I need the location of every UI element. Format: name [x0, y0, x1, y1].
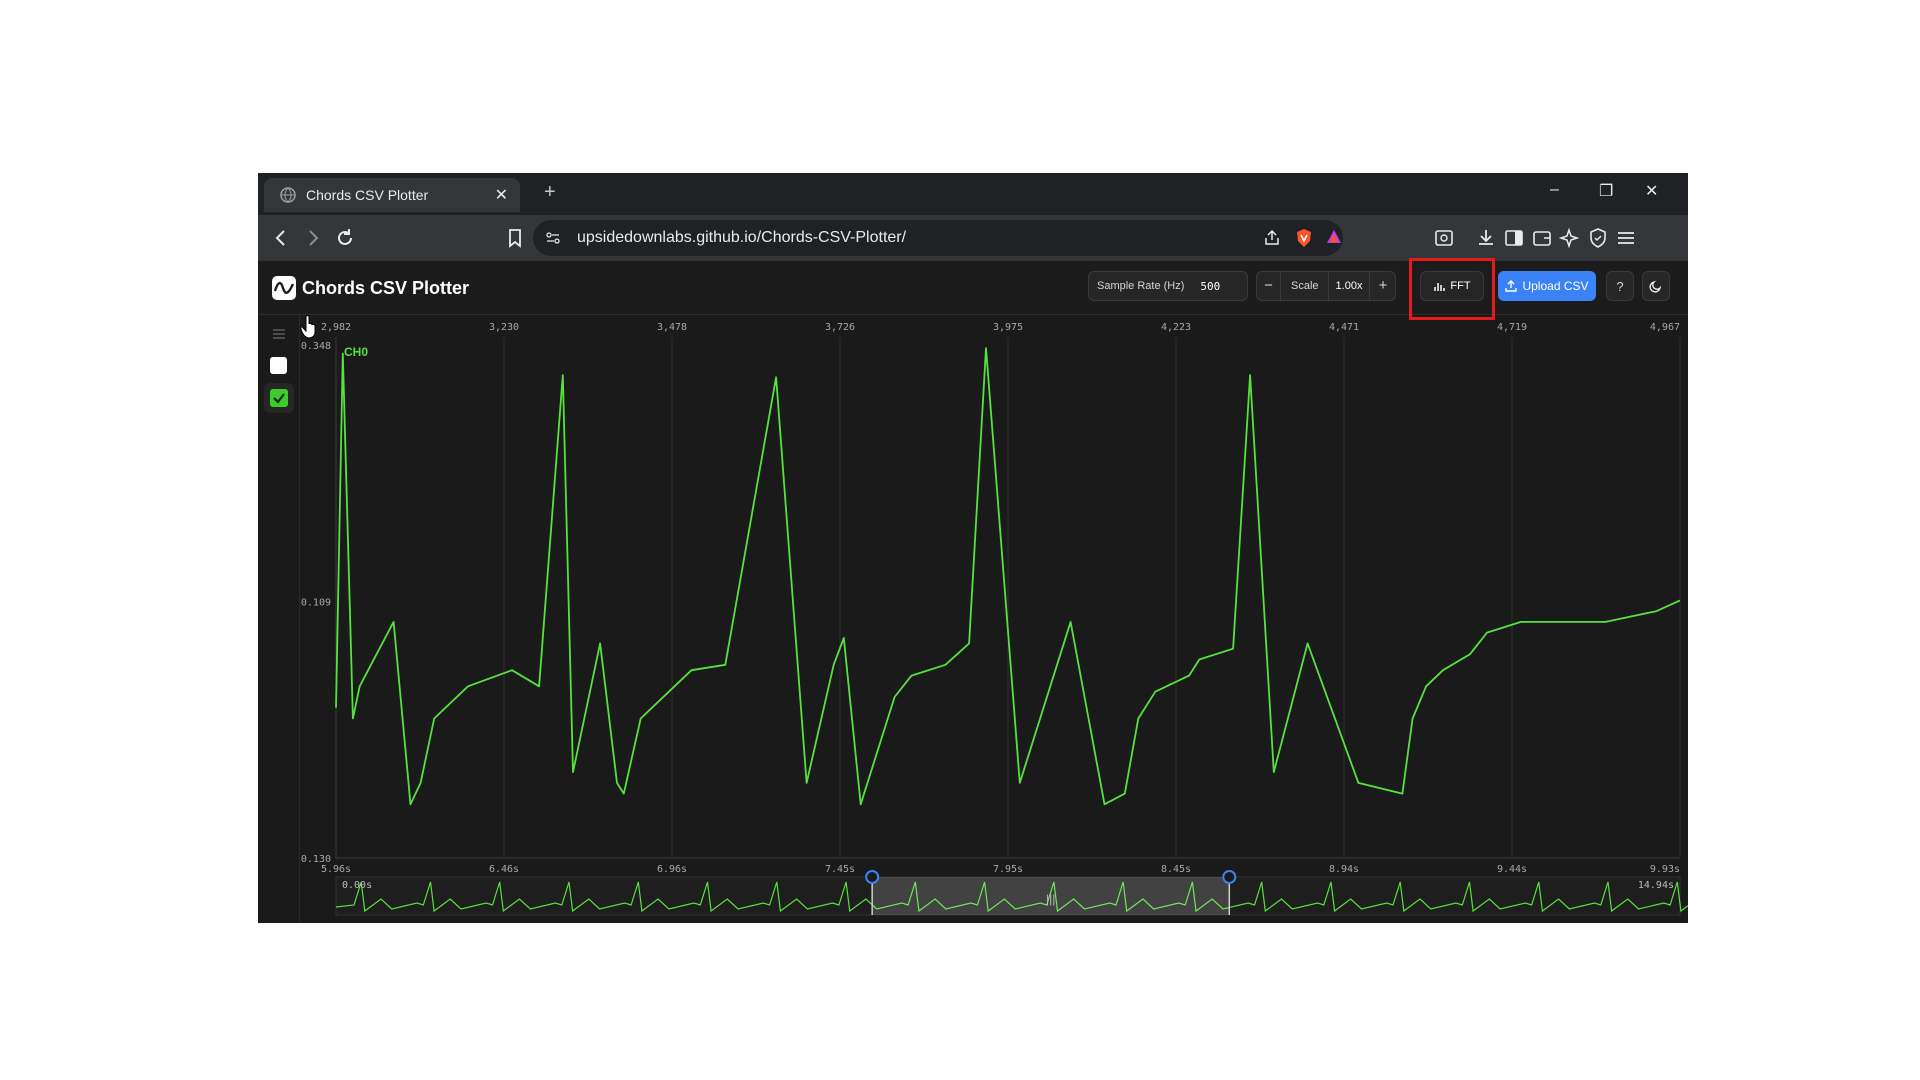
theme-toggle-button[interactable] [1642, 271, 1670, 301]
download-icon[interactable] [1475, 227, 1497, 249]
sample-rate-input[interactable]: 500 [1200, 280, 1220, 293]
overview-end-label: 14.94s [1638, 880, 1674, 891]
address-bar[interactable]: upsidedownlabs.github.io/Chords-CSV-Plot… [533, 220, 1343, 256]
url-host: upsidedownlabs.github.io [577, 229, 757, 246]
close-window-button[interactable]: ✕ [1645, 181, 1658, 201]
ecg-chart[interactable]: 2,982 5.96s 3,230 6.46s 3,478 6.96s 3,726 7.45s… [300, 315, 1688, 923]
plot-area[interactable]: 2,982 5.96s 3,230 6.46s 3,478 6.96s 3,726 7.45s… [300, 315, 1688, 923]
sidebar-toggle-icon[interactable] [1503, 227, 1525, 249]
browser-tab[interactable]: Chords CSV Plotter ✕ [264, 178, 520, 212]
x-top-tick-label: 4,471 [1329, 322, 1359, 333]
share-icon[interactable] [1263, 229, 1281, 247]
url-text[interactable]: upsidedownlabs.github.io/Chords-CSV-Plot… [577, 229, 906, 247]
overview-grip-icon: ||| [1046, 892, 1055, 906]
scale-label: Scale [1291, 280, 1319, 292]
scale-control: − Scale 1.00x + [1256, 271, 1396, 301]
overview-start-label: 0.00s [342, 880, 372, 891]
tab-strip: Chords CSV Plotter ✕ + – ❐ ✕ [258, 173, 1688, 215]
app-logo-icon [272, 276, 296, 300]
restore-button[interactable]: ❐ [1599, 181, 1613, 201]
moon-icon [1649, 280, 1662, 293]
brave-shields-icon[interactable] [1295, 228, 1313, 248]
site-settings-icon[interactable] [545, 230, 561, 246]
tab-close-icon[interactable]: ✕ [495, 185, 508, 205]
overview-left-handle[interactable] [865, 870, 880, 884]
globe-icon [280, 187, 296, 203]
scale-decrease-button[interactable]: − [1257, 272, 1281, 300]
sample-rate-control: Sample Rate (Hz) 500 [1088, 271, 1248, 301]
x-bottom-tick-label: 9.93s [1650, 864, 1680, 875]
channel-checkbox-wrapper [264, 383, 294, 413]
upload-icon [1505, 280, 1518, 292]
help-button[interactable]: ? [1606, 271, 1634, 301]
channel-sidebar [258, 315, 300, 923]
channel-checkbox-checked[interactable] [270, 389, 288, 407]
y-tick-label: 0.109 [301, 598, 331, 609]
menu-icon[interactable] [1615, 227, 1637, 249]
x-top-tick-label: 2,982 [321, 322, 351, 333]
x-bottom-tick-label: 6.96s [657, 864, 687, 875]
channel-checkbox-unchecked[interactable] [270, 357, 287, 374]
overview-right-handle[interactable] [1222, 870, 1237, 884]
browser-toolbar: upsidedownlabs.github.io/Chords-CSV-Plot… [258, 215, 1688, 261]
x-bottom-tick-label: 8.45s [1161, 864, 1191, 875]
reload-icon[interactable] [334, 227, 356, 249]
x-bottom-tick-label: 7.95s [993, 864, 1023, 875]
x-top-tick-label: 4,719 [1497, 322, 1527, 333]
leo-ai-icon[interactable] [1559, 227, 1581, 249]
x-top-tick-label: 3,975 [993, 322, 1023, 333]
upload-label: Upload CSV [1522, 279, 1589, 293]
upload-csv-button[interactable]: Upload CSV [1498, 271, 1596, 301]
app-header: Chords CSV Plotter Sample Rate (Hz) 500 … [258, 258, 1688, 320]
tab-title: Chords CSV Plotter [306, 187, 429, 203]
back-icon[interactable] [270, 227, 292, 249]
wallet-icon[interactable] [1531, 227, 1553, 249]
sample-rate-label: Sample Rate (Hz) [1097, 280, 1185, 292]
scale-increase-button[interactable]: + [1371, 272, 1395, 300]
x-top-tick-label: 3,230 [489, 322, 519, 333]
brave-rewards-icon[interactable] [1325, 228, 1343, 246]
highlight-box [1409, 258, 1495, 320]
x-top-tick-label: 4,967 [1650, 322, 1680, 333]
y-tick-label: 0.348 [301, 341, 331, 352]
x-bottom-tick-label: 8.94s [1329, 864, 1359, 875]
x-top-tick-label: 3,478 [657, 322, 687, 333]
x-bottom-tick-label: 5.96s [321, 864, 351, 875]
minimize-button[interactable]: – [1550, 181, 1559, 199]
vpn-shield-icon[interactable] [1587, 227, 1609, 249]
x-bottom-tick-label: 6.46s [489, 864, 519, 875]
app-title: Chords CSV Plotter [302, 278, 470, 298]
url-path: /Chords-CSV-Plotter/ [756, 229, 907, 246]
forward-icon[interactable] [302, 227, 324, 249]
new-tab-button[interactable]: + [544, 181, 556, 204]
x-bottom-tick-label: 9.44s [1497, 864, 1527, 875]
channel-label: CH0 [344, 345, 368, 359]
y-tick-label: -0.130 [300, 854, 331, 865]
scale-value[interactable]: 1.00x [1328, 272, 1370, 300]
x-bottom-tick-label: 7.45s [825, 864, 855, 875]
list-icon[interactable] [272, 327, 286, 341]
browser-window: Chords CSV Plotter ✕ + – ❐ ✕ upsidedownl… [258, 173, 1688, 923]
x-top-tick-label: 3,726 [825, 322, 855, 333]
hand-cursor-icon [300, 315, 316, 339]
screenshot-search-icon[interactable] [1433, 227, 1455, 249]
help-label: ? [1616, 278, 1624, 294]
bookmark-icon[interactable] [504, 227, 526, 249]
x-top-tick-label: 4,223 [1161, 322, 1191, 333]
